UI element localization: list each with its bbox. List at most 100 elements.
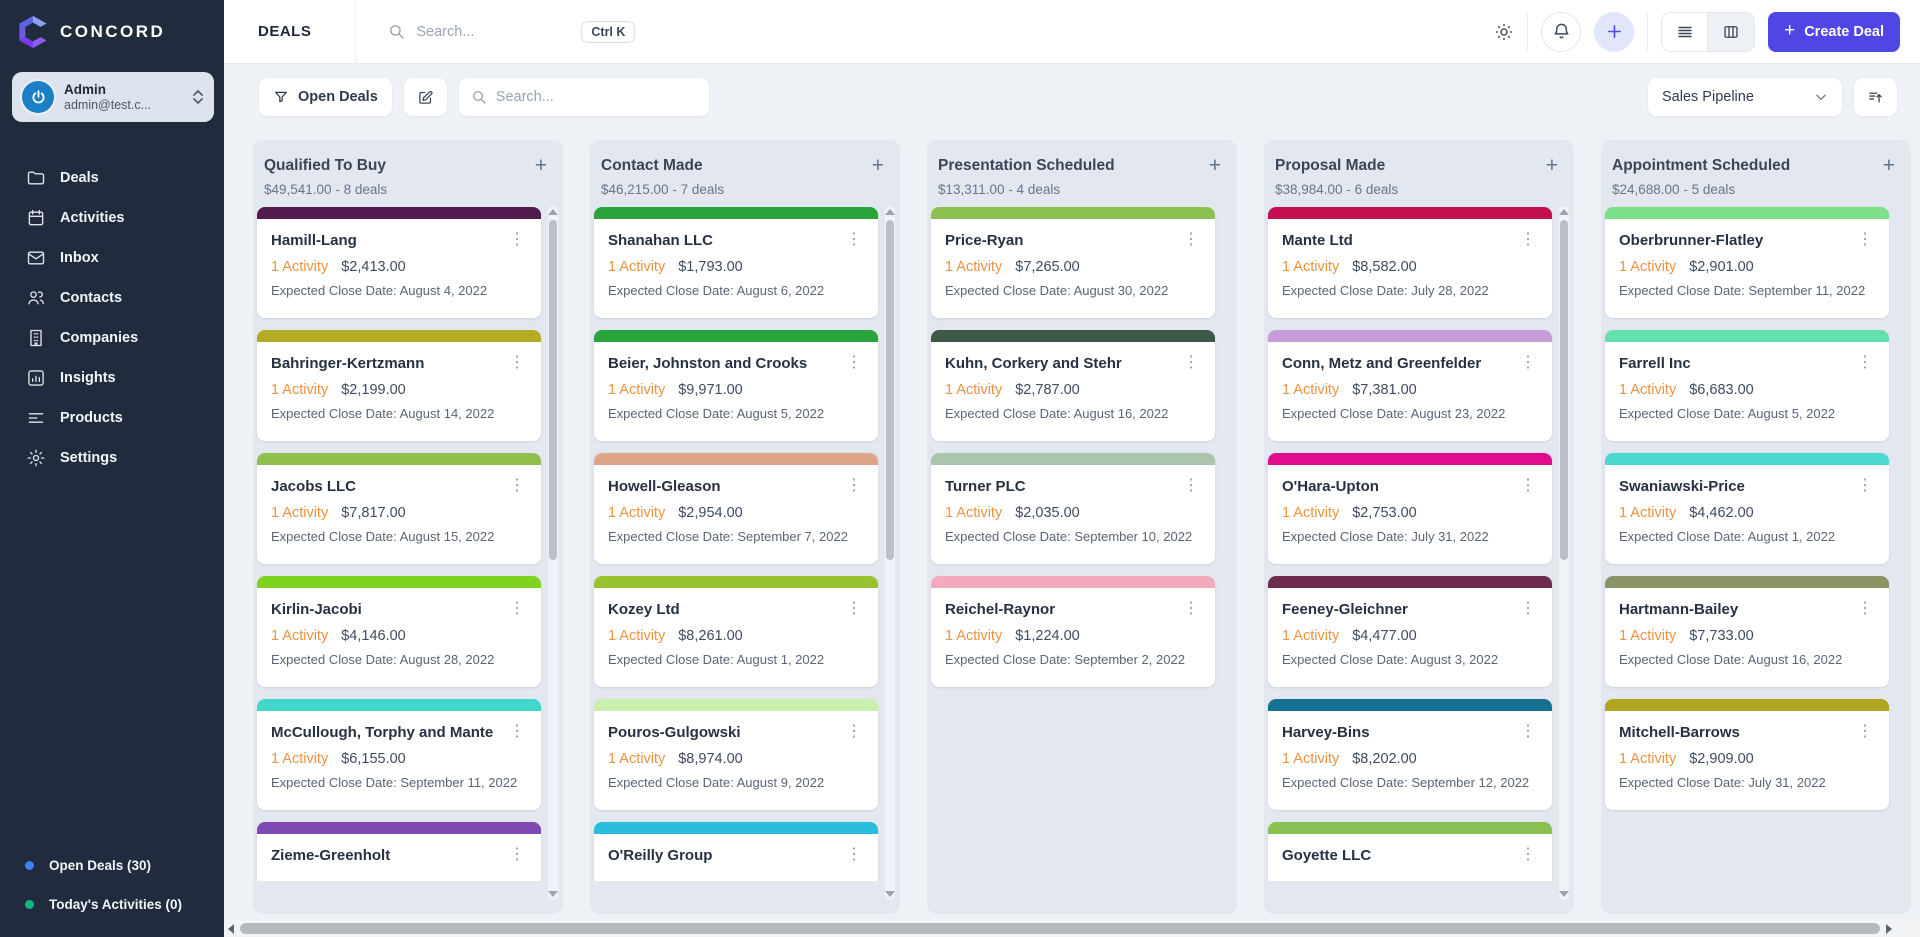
deal-card[interactable]: Pouros-Gulgowski⋮ 1 Activity$8,974.00 Ex… xyxy=(594,699,878,810)
card-menu-icon[interactable]: ⋮ xyxy=(507,355,527,371)
deal-name[interactable]: Pouros-Gulgowski xyxy=(608,724,741,741)
deal-card[interactable]: McCullough, Torphy and Mante⋮ 1 Activity… xyxy=(257,699,541,810)
deal-name[interactable]: Hartmann-Bailey xyxy=(1619,601,1738,618)
logo[interactable]: CONCORD xyxy=(0,0,224,64)
deal-card[interactable]: Beier, Johnston and Crooks⋮ 1 Activity$9… xyxy=(594,330,878,441)
deal-name[interactable]: Kozey Ltd xyxy=(608,601,680,618)
card-menu-icon[interactable]: ⋮ xyxy=(844,355,864,371)
sidebar-item-deals[interactable]: Deals xyxy=(0,160,224,196)
card-menu-icon[interactable]: ⋮ xyxy=(1518,724,1538,740)
deal-name[interactable]: Zieme-Greenholt xyxy=(271,847,390,864)
add-deal-icon[interactable]: + xyxy=(1542,155,1562,176)
deal-name[interactable]: Price-Ryan xyxy=(945,232,1023,249)
deal-name[interactable]: Kirlin-Jacobi xyxy=(271,601,362,618)
deal-activity[interactable]: 1 Activity xyxy=(1282,382,1339,398)
filter-button[interactable]: Open Deals xyxy=(258,77,393,117)
card-menu-icon[interactable]: ⋮ xyxy=(507,232,527,248)
add-deal-icon[interactable]: + xyxy=(1879,155,1899,176)
deal-activity[interactable]: 1 Activity xyxy=(945,382,1002,398)
deal-activity[interactable]: 1 Activity xyxy=(271,259,328,275)
edit-filters-button[interactable] xyxy=(403,77,448,117)
board-view-button[interactable] xyxy=(1708,13,1754,51)
add-deal-icon[interactable]: + xyxy=(1205,155,1225,176)
deal-activity[interactable]: 1 Activity xyxy=(945,628,1002,644)
sidebar-item-companies[interactable]: Companies xyxy=(0,320,224,356)
deal-name[interactable]: Jacobs LLC xyxy=(271,478,356,495)
deal-card[interactable]: Hamill-Lang⋮ 1 Activity$2,413.00 Expecte… xyxy=(257,207,541,318)
sidebar-item-inbox[interactable]: Inbox xyxy=(0,240,224,276)
deal-card[interactable]: Zieme-Greenholt⋮ xyxy=(257,822,541,881)
notifications-button[interactable] xyxy=(1541,12,1581,52)
deal-card[interactable]: Shanahan LLC⋮ 1 Activity$1,793.00 Expect… xyxy=(594,207,878,318)
card-menu-icon[interactable]: ⋮ xyxy=(844,478,864,494)
deal-activity[interactable]: 1 Activity xyxy=(945,259,1002,275)
deal-name[interactable]: Harvey-Bins xyxy=(1282,724,1370,741)
sidebar-item-products[interactable]: Products xyxy=(0,400,224,436)
deal-activity[interactable]: 1 Activity xyxy=(1282,751,1339,767)
deal-activity[interactable]: 1 Activity xyxy=(608,259,665,275)
column-scrollbar[interactable] xyxy=(885,206,895,900)
deal-card[interactable]: Goyette LLC⋮ xyxy=(1268,822,1552,881)
deal-activity[interactable]: 1 Activity xyxy=(608,751,665,767)
deal-activity[interactable]: 1 Activity xyxy=(1619,628,1676,644)
deal-name[interactable]: O'Hara-Upton xyxy=(1282,478,1379,495)
deal-name[interactable]: Farrell Inc xyxy=(1619,355,1691,372)
theme-toggle-button[interactable] xyxy=(1494,22,1514,42)
deals-search-input[interactable] xyxy=(496,89,697,105)
deal-activity[interactable]: 1 Activity xyxy=(1619,505,1676,521)
card-menu-icon[interactable]: ⋮ xyxy=(1181,478,1201,494)
deal-name[interactable]: O'Reilly Group xyxy=(608,847,712,864)
deal-card[interactable]: Farrell Inc⋮ 1 Activity$6,683.00 Expecte… xyxy=(1605,330,1889,441)
deal-card[interactable]: Feeney-Gleichner⋮ 1 Activity$4,477.00 Ex… xyxy=(1268,576,1552,687)
card-menu-icon[interactable]: ⋮ xyxy=(1855,232,1875,248)
card-menu-icon[interactable]: ⋮ xyxy=(1181,355,1201,371)
card-menu-icon[interactable]: ⋮ xyxy=(1855,355,1875,371)
card-menu-icon[interactable]: ⋮ xyxy=(1518,601,1538,617)
sidebar-item-activities[interactable]: Activities xyxy=(0,200,224,236)
card-menu-icon[interactable]: ⋮ xyxy=(844,847,864,863)
deal-card[interactable]: Kuhn, Corkery and Stehr⋮ 1 Activity$2,78… xyxy=(931,330,1215,441)
card-menu-icon[interactable]: ⋮ xyxy=(1855,724,1875,740)
deal-name[interactable]: Mante Ltd xyxy=(1282,232,1353,249)
deal-activity[interactable]: 1 Activity xyxy=(608,382,665,398)
deal-card[interactable]: Bahringer-Kertzmann⋮ 1 Activity$2,199.00… xyxy=(257,330,541,441)
sidebar-item-settings[interactable]: Settings xyxy=(0,440,224,476)
deal-activity[interactable]: 1 Activity xyxy=(271,628,328,644)
deal-activity[interactable]: 1 Activity xyxy=(945,505,1002,521)
sidebar-item-insights[interactable]: Insights xyxy=(0,360,224,396)
quick-create-button[interactable] xyxy=(1594,12,1634,52)
deal-activity[interactable]: 1 Activity xyxy=(1619,259,1676,275)
deal-card[interactable]: Howell-Gleason⋮ 1 Activity$2,954.00 Expe… xyxy=(594,453,878,564)
add-deal-icon[interactable]: + xyxy=(868,155,888,176)
deal-activity[interactable]: 1 Activity xyxy=(1619,751,1676,767)
add-deal-icon[interactable]: + xyxy=(531,155,551,176)
deal-name[interactable]: Reichel-Raynor xyxy=(945,601,1055,618)
deal-name[interactable]: Mitchell-Barrows xyxy=(1619,724,1740,741)
card-menu-icon[interactable]: ⋮ xyxy=(844,601,864,617)
deal-activity[interactable]: 1 Activity xyxy=(1282,628,1339,644)
deal-card[interactable]: Kirlin-Jacobi⋮ 1 Activity$4,146.00 Expec… xyxy=(257,576,541,687)
deal-name[interactable]: Bahringer-Kertzmann xyxy=(271,355,424,372)
deal-name[interactable]: Shanahan LLC xyxy=(608,232,713,249)
deal-activity[interactable]: 1 Activity xyxy=(271,382,328,398)
deal-activity[interactable]: 1 Activity xyxy=(608,628,665,644)
deal-card[interactable]: O'Reilly Group ⋮ xyxy=(594,822,878,881)
deal-name[interactable]: Beier, Johnston and Crooks xyxy=(608,355,807,372)
user-menu[interactable]: Admin admin@test.c... xyxy=(12,72,214,122)
deal-card[interactable]: Turner PLC⋮ 1 Activity$2,035.00 Expected… xyxy=(931,453,1215,564)
sidebar-item-contacts[interactable]: Contacts xyxy=(0,280,224,316)
create-deal-button[interactable]: + Create Deal xyxy=(1768,12,1900,52)
deal-card[interactable]: Kozey Ltd⋮ 1 Activity$8,261.00 Expected … xyxy=(594,576,878,687)
deal-activity[interactable]: 1 Activity xyxy=(271,751,328,767)
card-menu-icon[interactable]: ⋮ xyxy=(1181,232,1201,248)
card-menu-icon[interactable]: ⋮ xyxy=(507,478,527,494)
card-menu-icon[interactable]: ⋮ xyxy=(1518,355,1538,371)
deal-name[interactable]: Hamill-Lang xyxy=(271,232,357,249)
column-scrollbar[interactable] xyxy=(548,206,558,900)
deal-activity[interactable]: 1 Activity xyxy=(1619,382,1676,398)
deal-activity[interactable]: 1 Activity xyxy=(1282,259,1339,275)
scroll-right-arrow-icon[interactable] xyxy=(1886,924,1892,934)
card-menu-icon[interactable]: ⋮ xyxy=(844,232,864,248)
deal-name[interactable]: Goyette LLC xyxy=(1282,847,1371,864)
deal-card[interactable]: Mitchell-Barrows⋮ 1 Activity$2,909.00 Ex… xyxy=(1605,699,1889,810)
